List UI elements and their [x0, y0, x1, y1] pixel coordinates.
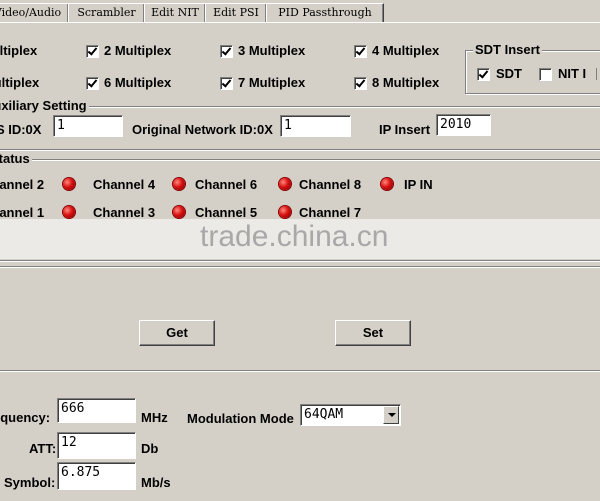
channel-5-label: Channel 5: [195, 205, 258, 220]
channel-1-led-icon: [63, 206, 75, 218]
status-title: Status: [0, 151, 32, 166]
channel-4-label: Channel 4: [93, 177, 156, 192]
multiplex-2-checkbox[interactable]: [86, 45, 99, 58]
tab-strip: Video/Audio Scrambler Edit NIT Edit PSI …: [0, 0, 600, 24]
tab-edit-psi[interactable]: Edit PSI: [205, 3, 267, 22]
multiplex-8-label: 8 Multiplex: [372, 75, 440, 90]
channel-3-led-icon: [173, 206, 185, 218]
tab-edit-nit[interactable]: Edit NIT: [144, 3, 206, 22]
channel-8-label: Channel 8: [299, 177, 362, 192]
nit-insert-divider: [596, 68, 597, 80]
multiplex-8-checkbox[interactable]: [354, 77, 367, 90]
att-input[interactable]: 12: [57, 432, 136, 459]
modulation-mode-label: Modulation Mode: [187, 411, 294, 426]
chevron-down-icon[interactable]: [383, 406, 399, 424]
multiplex-7-label: 7 Multiplex: [238, 75, 306, 90]
channel-6-led-icon: [279, 178, 291, 190]
multiplex-2-label: 2 Multiplex: [104, 43, 172, 58]
ip-insert-input[interactable]: 2010: [436, 114, 491, 136]
multiplex-5-label: 5 Multiplex: [0, 75, 40, 90]
watermark-text: trade.china.cn: [200, 220, 389, 253]
multiplex-6-label: 6 Multiplex: [104, 75, 172, 90]
tab-pid-passthrough[interactable]: PID Passthrough: [266, 3, 384, 22]
modulation-mode-select[interactable]: 64QAM: [300, 404, 401, 426]
section-divider-bottom: [0, 370, 600, 372]
multiplex-4-checkbox[interactable]: [354, 45, 367, 58]
channel-2-led-icon: [63, 178, 75, 190]
nit-insert-checkbox[interactable]: [539, 68, 552, 81]
get-button[interactable]: Get: [139, 320, 215, 346]
symbol-unit: Mb/s: [141, 475, 171, 490]
original-network-id-input[interactable]: 1: [280, 115, 351, 137]
symbol-input[interactable]: 6.875: [57, 462, 136, 490]
multiplex-6-checkbox[interactable]: [86, 77, 99, 90]
nit-insert-label: NIT I: [558, 66, 587, 81]
channel-7-label: Channel 7: [299, 205, 362, 220]
multiplex-3-label: 3 Multiplex: [238, 43, 306, 58]
channel-4-led-icon: [173, 178, 185, 190]
sdt-insert-title: SDT Insert: [473, 42, 543, 57]
frequency-label: Frequency:: [0, 410, 51, 425]
sdt-label: SDT: [496, 66, 522, 81]
section-divider-top: [0, 266, 600, 268]
channel-3-label: Channel 3: [93, 205, 156, 220]
frequency-input[interactable]: 666: [57, 398, 136, 423]
symbol-label: Symbol:: [4, 475, 56, 490]
channel-5-led-icon: [279, 206, 291, 218]
multiplex-3-checkbox[interactable]: [220, 45, 233, 58]
channel-1-label: Channel 1: [0, 205, 45, 220]
ip-insert-label: IP Insert: [379, 122, 431, 137]
frequency-unit: MHz: [141, 410, 168, 425]
tab-scrambler[interactable]: Scrambler: [68, 3, 145, 22]
channel-6-label: Channel 6: [195, 177, 258, 192]
att-label: ATT:: [29, 441, 57, 456]
multiplex-1-label: 1 Multiplex: [0, 43, 38, 58]
multiplex-7-checkbox[interactable]: [220, 77, 233, 90]
att-unit: Db: [141, 441, 159, 456]
sdt-checkbox[interactable]: [477, 68, 490, 81]
ts-id-input[interactable]: 1: [53, 115, 123, 137]
auxiliary-setting-title: Auxiliary Setting: [0, 98, 89, 113]
ip-in-label: IP IN: [404, 177, 433, 192]
original-network-id-label: Original Network ID:0X: [132, 122, 273, 137]
set-button[interactable]: Set: [335, 320, 411, 346]
modulation-mode-value: 64QAM: [304, 407, 344, 422]
channel-2-label: Channel 2: [0, 177, 45, 192]
ip-in-led-icon: [381, 178, 393, 190]
multiplex-4-label: 4 Multiplex: [372, 43, 440, 58]
ts-id-label: TS ID:0X: [0, 122, 42, 137]
tab-divider: [0, 22, 600, 23]
tab-video-audio[interactable]: Video/Audio: [0, 3, 69, 22]
